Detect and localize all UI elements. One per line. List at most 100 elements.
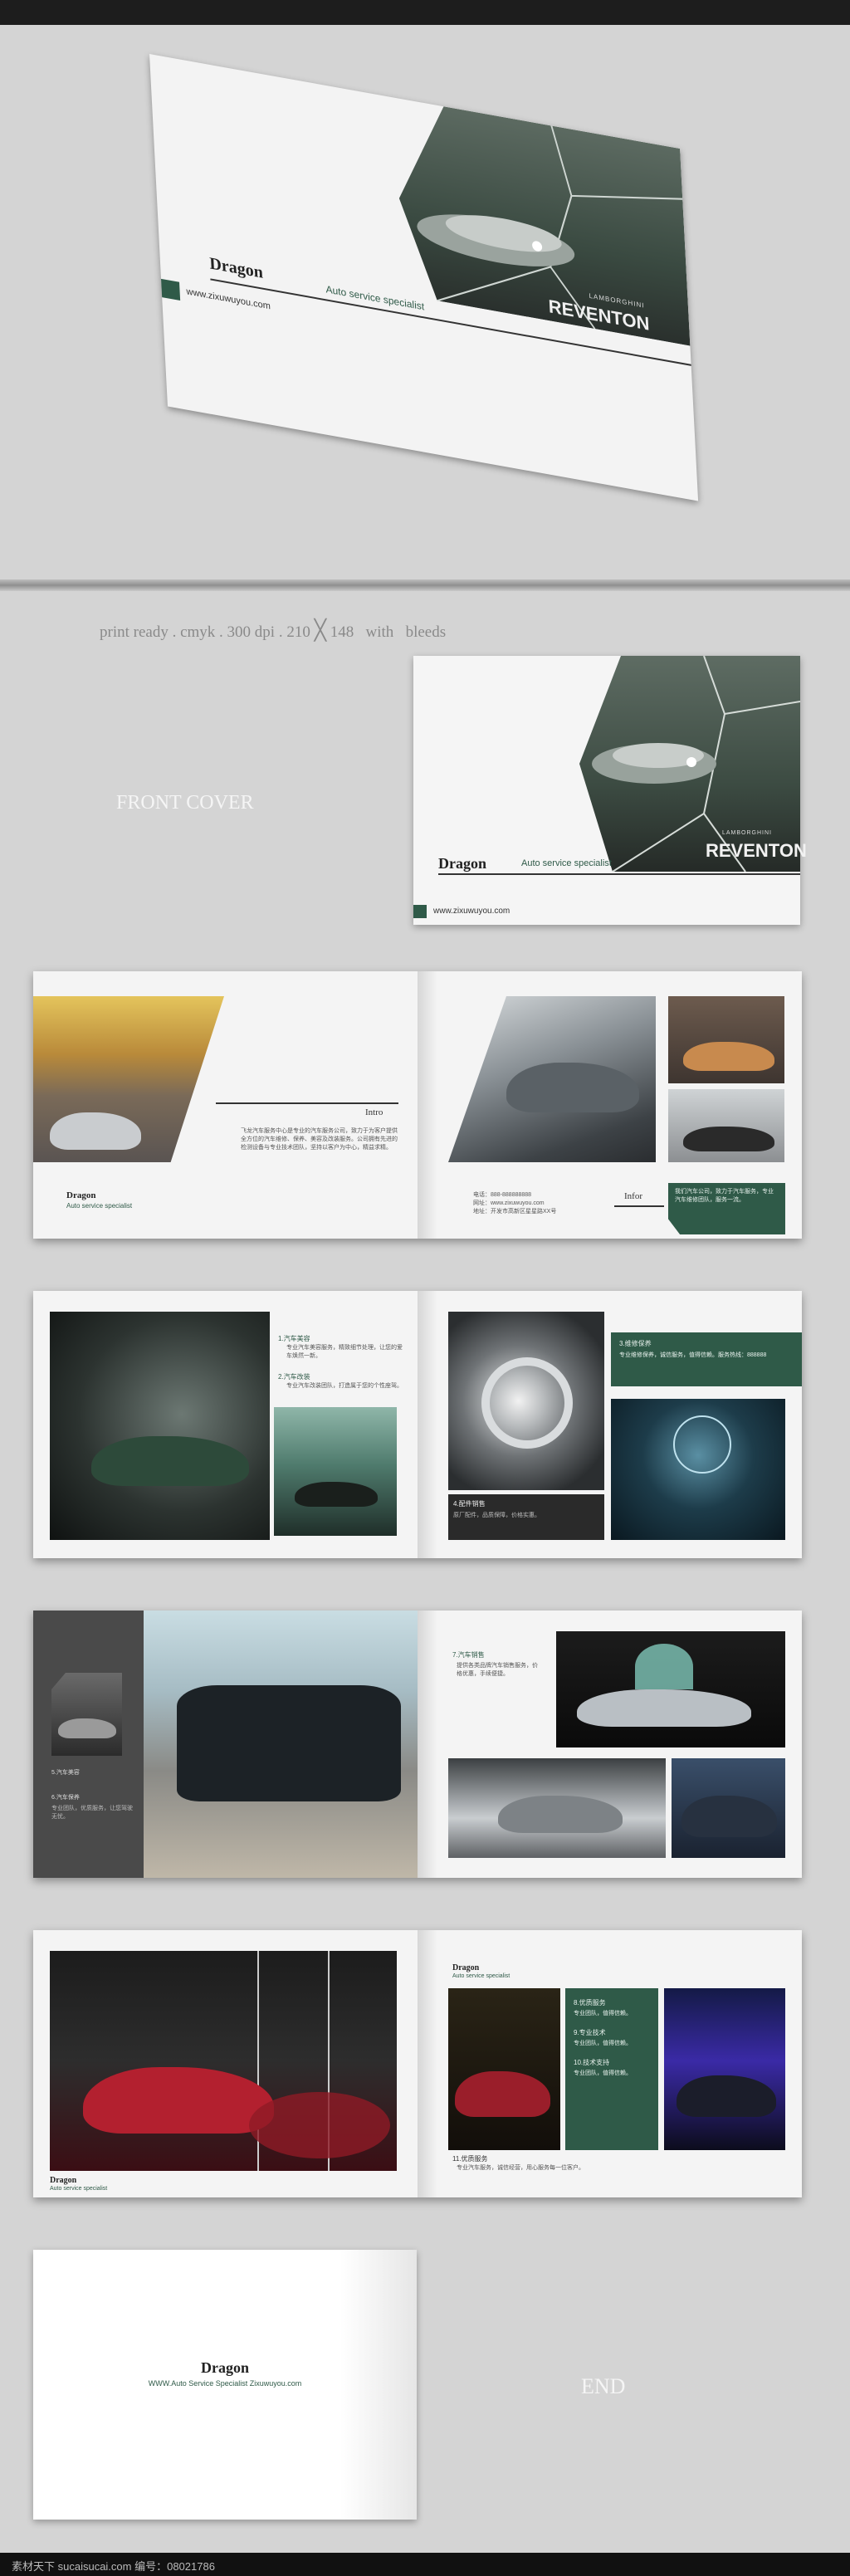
red-car-shape [83,2067,274,2134]
gullwing-car-shape [577,1689,751,1727]
spread4-right-brand: Dragon [452,1963,480,1972]
info-label: Infor [624,1191,642,1201]
green-muscle-car-shape [91,1436,249,1486]
front-cover-model: REVENTON [706,840,807,861]
dark-supercar-shape [683,1127,774,1151]
orange-supercar-photo [668,996,784,1083]
speedometer-photo [611,1399,785,1540]
spread2-heading1: 1.汽车美容 [278,1335,310,1342]
cover-mockup-paper: Dragon Auto service specialist www.zixuw… [149,54,699,501]
spread2-body2: 专业汽车改装团队，打造属于您的个性座驾。 [286,1383,403,1389]
spread4-green-b3: 专业团队，值得信赖。 [574,2070,632,2076]
front-cover-label: FRONT COVER [116,792,254,814]
blue-night-car-shape [677,2075,776,2117]
front-cover-tagline: Auto service specialist [521,858,612,868]
spread-3: 5.汽车美容 6.汽车保养 专业团队，优质服务，让您驾驶无忧。 7.汽车销售 提… [33,1611,802,1878]
spread4-green-h3: 10.技术支持 [574,2059,610,2066]
spread4-green-b1: 专业团队，值得信赖。 [574,2011,632,2016]
spread2-dark-box: 4.配件销售 原厂配件，品质保障，价格实惠。 [448,1494,604,1540]
gullwing-car-photo [556,1631,785,1747]
gullwing-door [635,1644,693,1689]
top-bar [0,0,850,25]
watermark-bar: 素材天下 sucaisucai.com 编号：08021786 [0,2553,850,2576]
spread3-small-photo [51,1673,122,1756]
info-text: 电话：888-888888888 网址：www.zixuwuyou.com 地址… [473,1192,557,1215]
spread4-green-b2: 专业团队，值得信赖。 [574,2041,632,2046]
dark-sedan-photo [672,1758,785,1858]
blue-night-car-photo [664,1988,785,2150]
front-cover-make: LAMBORGHINI [722,830,773,836]
arcade-car-photo [33,996,224,1162]
cover-mockup-brand: Dragon [208,254,264,282]
spread3-right-heading: 7.汽车销售 [452,1651,485,1659]
front-cover-brand: Dragon [438,855,486,872]
spread2-dark-heading: 4.配件销售 [453,1500,486,1508]
spread4-left-brand: Dragon [50,2176,77,2185]
red-petals [249,2092,390,2158]
spread1-green-box: 我们汽车公司，致力于汽车服务，专业汽车维修团队，服务一流。 [668,1183,785,1234]
spread-2: 1.汽车美容 专业汽车美容服务，精致细节处理，让您的爱车焕然一新。 2.汽车改装… [33,1291,802,1558]
spread4-green-box: 8.优质服务 专业团队，值得信赖。 9.专业技术 专业团队，值得信赖。 10.技… [565,1988,658,2150]
specs-with: with [365,623,394,641]
spread2-green-heading: 3.维修保养 [619,1340,652,1347]
front-cover-rule [438,873,800,875]
spread1-tagline: Auto service specialist [66,1202,133,1210]
front-cover-hexagon-photo [579,656,800,872]
teal-car-shape [295,1482,378,1507]
city-red-car-photo [448,1988,560,2150]
spread4-green-h1: 8.优质服务 [574,1999,606,2007]
wheel-photo [448,1312,604,1490]
spread4-green-h2: 9.专业技术 [574,2029,606,2036]
specs-text: print ready . cmyk . 300 dpi . 210 [100,623,310,641]
front-cover-green-square [413,905,427,918]
intro-text: 飞龙汽车服务中心是专业的汽车服务公司，致力于为客户提供全方位的汽车维修、保养、美… [241,1128,398,1151]
spread2-dark-body: 原厂配件，品质保障，价格实惠。 [453,1513,540,1518]
specs-bleeds: bleeds [405,623,447,641]
grey-concept-car-photo [448,996,656,1162]
arcade-car-shape [50,1112,141,1150]
back-line: WWW.Auto Service Specialist Zixuwuyou.co… [148,2379,302,2388]
spread3-heading2: 6.汽车保养 [51,1795,80,1801]
spread4-right-tagline: Auto service specialist [452,1973,510,1979]
section-divider [0,579,850,591]
orange-supercar-shape [683,1042,774,1071]
watermark-text: 素材天下 sucaisucai.com 编号：08021786 [12,2560,215,2573]
wheel-rim [481,1357,573,1449]
cover-mockup: Dragon Auto service specialist www.zixuw… [125,54,699,501]
cover-mockup-website: www.zixuwuyou.com [186,286,271,312]
spread2-green-box: 3.维修保养 专业维修保养，诚信服务，值得信赖。服务热线：888888 [611,1332,802,1386]
front-cover: LAMBORGHINI REVENTON Dragon Auto service… [413,656,807,925]
spread2-green-body: 专业维修保养，诚信服务，值得信赖。服务热线：888888 [619,1352,767,1358]
spread4-left-tagline: Auto service specialist [50,2186,108,2192]
spread3-body: 专业团队，优质服务，让您驾驶无忧。 [51,1806,133,1820]
concept-car-shape [506,1063,639,1112]
city-red-car-shape [455,2071,550,2117]
spread4-footer-body: 专业汽车服务，诚信经营，用心服务每一位客户。 [457,2165,584,2171]
specs-height: 148 [330,623,354,641]
speedometer-dial [673,1415,731,1474]
info-rule [614,1205,664,1207]
red-car-photo [50,1951,397,2171]
silver-coupe-shape [498,1796,623,1833]
cover-mockup-hexagon-photo [398,106,691,346]
spread3-heading1: 5.汽车美容 [51,1770,80,1776]
spread1-green-text: 我们汽车公司，致力于汽车服务，专业汽车维修团队，服务一流。 [675,1189,774,1203]
spread3-right-body: 提供各类品牌汽车销售服务，价格优惠，手续便捷。 [457,1663,538,1677]
dark-sedan-shape [681,1796,777,1837]
spread1-brand: Dragon [66,1190,96,1200]
spread-1: Dragon Auto service specialist Intro 飞龙汽… [33,971,802,1239]
spread2-heading2: 2.汽车改装 [278,1373,310,1381]
back-brand: Dragon [201,2359,249,2376]
end-label: END [581,2374,626,2398]
spread4-footer-heading: 11.优质服务 [452,2155,488,2163]
silver-coupe-photo [448,1758,666,1858]
front-cover-website: www.zixuwuyou.com [433,907,510,916]
jeep-photo [144,1611,418,1878]
back-cover: Dragon WWW.Auto Service Specialist Zixuw… [33,2250,417,2520]
spread-4: Dragon Auto service specialist Dragon Au… [33,1930,802,2197]
jeep-shape [177,1685,401,1801]
cover-mockup-green-square [161,278,181,301]
spread2-body1: 专业汽车美容服务，精致细节处理，让您的爱车焕然一新。 [286,1345,403,1359]
specs-times: ╳ [314,620,327,642]
teal-sky-car-photo [274,1407,397,1536]
